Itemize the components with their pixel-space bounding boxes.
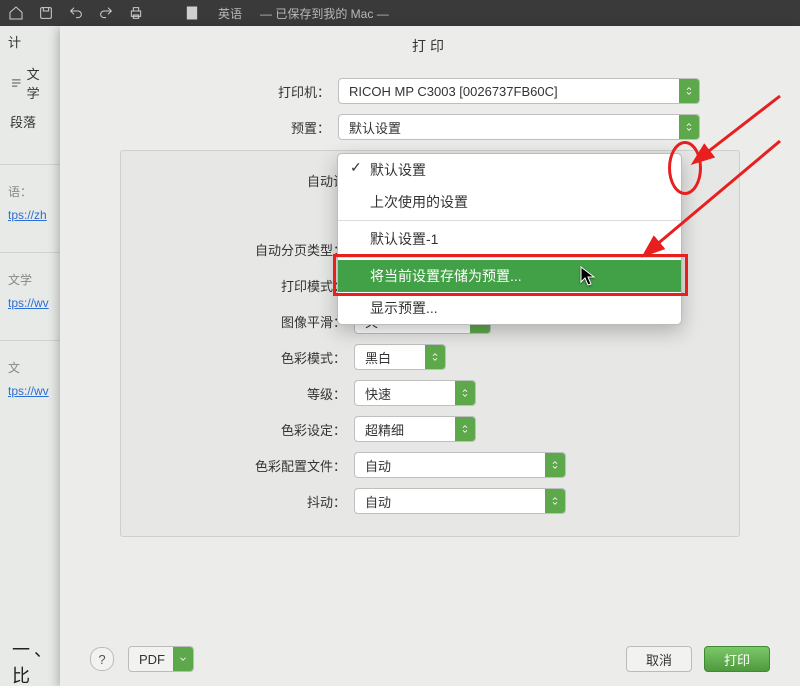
literature-btn[interactable]: 文学 <box>6 61 54 105</box>
preset-option-save-current[interactable]: 将当前设置存储为预置... <box>338 260 681 292</box>
preset-option-last-used[interactable]: 上次使用的设置 <box>338 186 681 218</box>
paragraph-btn[interactable]: 段落 <box>6 109 54 134</box>
home-icon[interactable] <box>8 5 24 21</box>
dither-select[interactable]: 自动 <box>354 488 566 514</box>
preset-label: 预置： <box>60 118 338 137</box>
preset-value: 默认设置 <box>339 118 409 137</box>
link-wv1[interactable]: tps://wv <box>8 296 49 310</box>
chevron-down-icon <box>173 647 193 671</box>
link-zh[interactable]: tps://zh <box>8 208 47 222</box>
chevron-updown-icon <box>679 79 699 103</box>
preset-option-default[interactable]: 默认设置 <box>338 154 681 186</box>
color-profile-label: 色彩配置文件： <box>121 456 354 475</box>
collate-type-label: 自动分页类型： <box>121 240 354 259</box>
image-smoothing-label: 图像平滑： <box>121 312 354 331</box>
save-icon[interactable] <box>38 5 54 21</box>
print-dialog: 打印 打印机： RICOH MP C3003 [0026737FB60C] 预置… <box>60 26 800 686</box>
print-mode-label: 打印模式： <box>121 276 354 295</box>
chevron-updown-icon <box>679 115 699 139</box>
link-wv2[interactable]: tps://wv <box>8 384 49 398</box>
printer-label: 打印机： <box>60 82 338 101</box>
preset-dropdown-menu: 默认设置 上次使用的设置 默认设置-1 将当前设置存储为预置... 显示预置..… <box>337 153 682 325</box>
grade-label: 等级： <box>121 384 354 403</box>
left-sidebar: 计 文学 段落 语： tps://zh 文学 tps://wv 文 tps://… <box>0 26 61 686</box>
document-language: 英语 <box>218 5 242 22</box>
preset-select[interactable]: 默认设置 <box>338 114 700 140</box>
pdf-menu-button[interactable]: PDF <box>128 646 194 672</box>
color-mode-label: 色彩模式： <box>121 348 354 367</box>
help-button[interactable]: ? <box>90 647 114 671</box>
printer-select[interactable]: RICOH MP C3003 [0026737FB60C] <box>338 78 700 104</box>
print-button[interactable]: 打印 <box>704 646 770 672</box>
doc-heading-compare: 一、比 <box>12 636 60 686</box>
preset-option-default-1[interactable]: 默认设置-1 <box>338 223 681 255</box>
cursor-icon <box>580 266 596 289</box>
hint-gw: 文 <box>0 351 60 376</box>
color-setting-label: 色彩设定： <box>121 420 354 439</box>
auto-record-label: 自动记 <box>121 171 354 190</box>
app-menubar: 英语 — 已保存到我的 Mac — <box>0 0 800 26</box>
cancel-button[interactable]: 取消 <box>626 646 692 672</box>
undo-icon[interactable] <box>68 5 84 21</box>
dither-label: 抖动： <box>121 492 354 511</box>
hint-lang: 语： <box>0 175 60 200</box>
color-mode-select[interactable]: 黑白 <box>354 344 446 370</box>
print-menubar-icon[interactable] <box>128 5 144 21</box>
color-setting-select[interactable]: 超精细 <box>354 416 476 442</box>
doc-icon <box>184 5 200 21</box>
hint-literature: 文学 <box>0 263 60 288</box>
color-profile-select[interactable]: 自动 <box>354 452 566 478</box>
document-save-status: — 已保存到我的 Mac — <box>260 5 389 22</box>
preset-option-show-presets[interactable]: 显示预置... <box>338 292 681 324</box>
printer-value: RICOH MP C3003 [0026737FB60C] <box>339 84 566 99</box>
dialog-title: 打印 <box>60 26 800 78</box>
redo-icon[interactable] <box>98 5 114 21</box>
tab-design[interactable]: 计 <box>0 26 60 57</box>
grade-select[interactable]: 快速 <box>354 380 476 406</box>
